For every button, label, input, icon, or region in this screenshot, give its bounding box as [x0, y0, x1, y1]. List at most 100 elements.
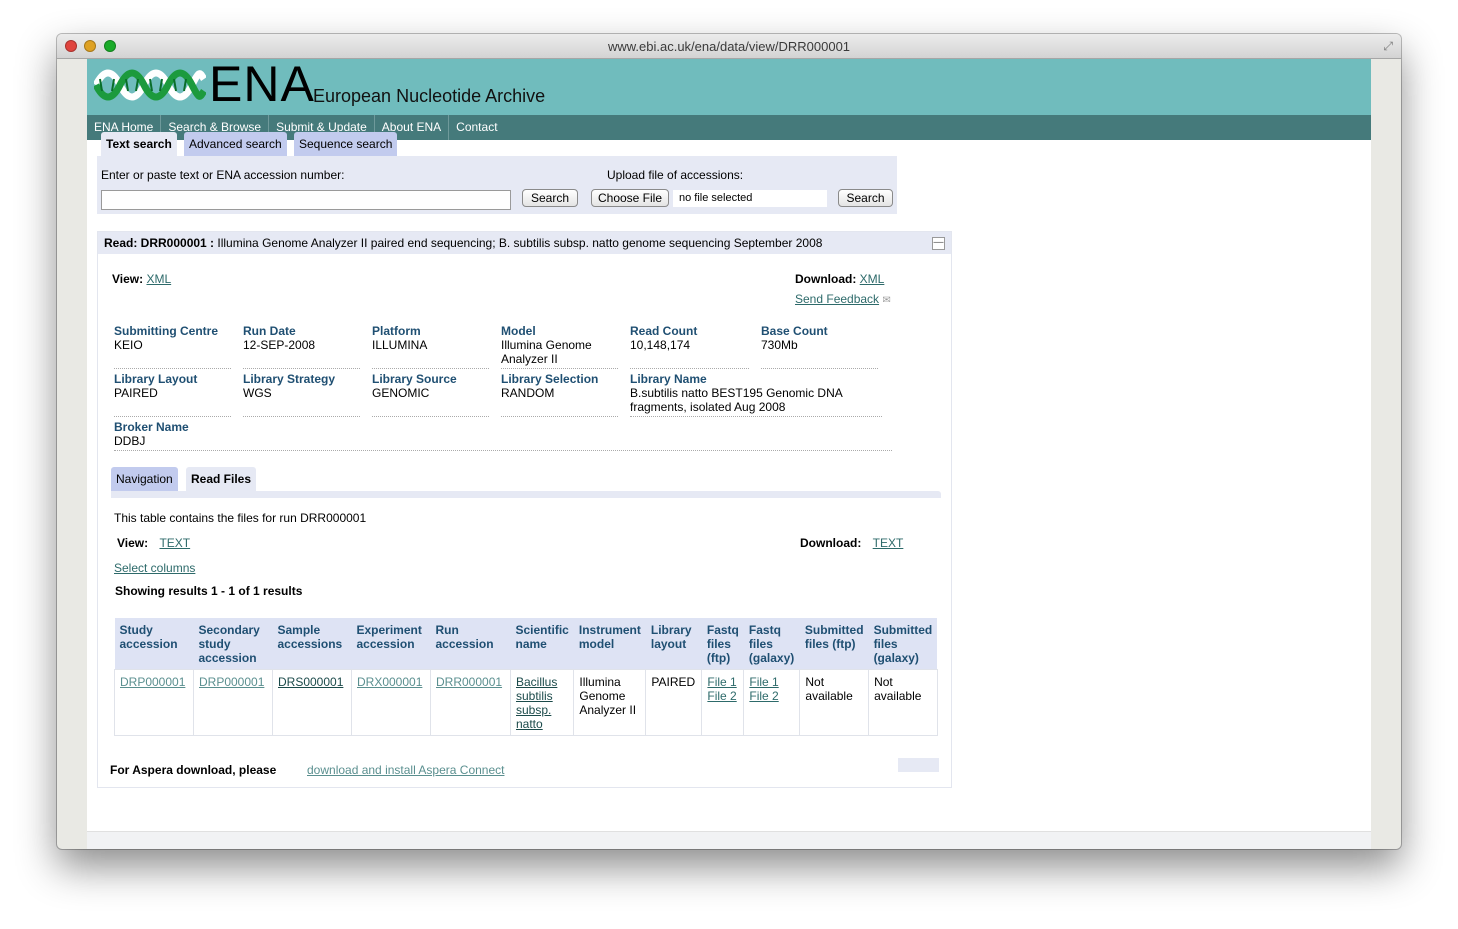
field-label: Model	[501, 324, 536, 338]
page: ENA European Nucleotide Archive ENA Home…	[87, 56, 1371, 849]
nav-contact[interactable]: Contact	[449, 115, 504, 140]
field-library-source: Library Source GENOMIC	[372, 372, 489, 417]
study-accession-link[interactable]: DRP000001	[120, 675, 185, 689]
choose-file-button[interactable]: Choose File	[591, 189, 669, 207]
view-label: View:	[112, 272, 144, 286]
col-instrument-model[interactable]: Instrument model	[573, 618, 646, 670]
field-label: Library Strategy	[243, 372, 336, 386]
scientific-name-link[interactable]: Bacillus subtilis subsp. natto	[516, 675, 557, 731]
sample-accession-link[interactable]: DRS000001	[278, 675, 343, 689]
send-feedback-link[interactable]: Send Feedback	[795, 292, 879, 306]
experiment-accession-link[interactable]: DRX000001	[357, 675, 422, 689]
field-read-count: Read Count 10,148,174	[630, 324, 749, 369]
files-download-label: Download:	[800, 536, 862, 550]
ena-wave-logo-icon	[94, 69, 206, 101]
fastq-ftp-file-2-link[interactable]: File 2	[707, 689, 736, 703]
field-value: KEIO	[114, 338, 143, 352]
window-url: www.ebi.ac.uk/ena/data/view/DRR000001	[607, 39, 851, 54]
read-title-accession: Read: DRR000001 :	[104, 236, 215, 250]
envelope-icon: ✉	[882, 295, 891, 306]
field-label: Broker Name	[114, 420, 189, 434]
field-value: WGS	[243, 386, 272, 400]
col-experiment-accession[interactable]: Experiment accession	[351, 618, 431, 670]
col-study-accession[interactable]: Study accession	[114, 618, 194, 670]
field-model: Model Illumina Genome Analyzer II	[501, 324, 618, 369]
download-label: Download:	[795, 272, 857, 286]
col-submitted-ftp[interactable]: Submitted files (ftp)	[799, 618, 869, 670]
tab-navigation[interactable]: Navigation	[111, 467, 178, 491]
field-value: 730Mb	[761, 338, 798, 352]
masthead: ENA European Nucleotide Archive	[87, 56, 1371, 115]
field-value: Illumina Genome Analyzer II	[501, 338, 592, 366]
field-value: PAIRED	[114, 386, 158, 400]
col-sample-accessions[interactable]: Sample accessions	[272, 618, 352, 670]
col-fastq-galaxy[interactable]: Fastq files (galaxy)	[743, 618, 800, 670]
ena-logo-subtitle: European Nucleotide Archive	[313, 86, 546, 106]
view-xml-row: View: XML	[112, 272, 171, 286]
text-search-input[interactable]	[101, 190, 511, 210]
fastq-ftp-file-1-link[interactable]: File 1	[707, 675, 736, 689]
collapse-icon[interactable]: —	[932, 237, 945, 250]
files-view-text-link[interactable]: TEXT	[159, 536, 190, 550]
field-label: Library Selection	[501, 372, 599, 386]
field-value: 10,148,174	[630, 338, 691, 352]
col-submitted-galaxy[interactable]: Submitted files (galaxy)	[868, 618, 938, 670]
field-submitting-centre: Submitting Centre KEIO	[114, 324, 231, 369]
files-intro: This table contains the files for run DR…	[114, 511, 367, 525]
fullscreen-icon[interactable]: ⤢	[1383, 39, 1393, 54]
browser-window: www.ebi.ac.uk/ena/data/view/DRR000001 ⤢ …	[57, 34, 1401, 849]
run-accession-link[interactable]: DRR000001	[436, 675, 502, 689]
fastq-galaxy-file-2-link[interactable]: File 2	[749, 689, 778, 703]
ena-logo-text: ENA	[209, 56, 315, 112]
field-label: Platform	[372, 324, 421, 338]
feedback-row: Send Feedback ✉	[795, 292, 891, 306]
fastq-galaxy-file-1-link[interactable]: File 1	[749, 675, 778, 689]
field-label: Library Name	[630, 372, 707, 386]
col-library-layout[interactable]: Library layout	[645, 618, 702, 670]
field-value: B.subtilis natto BEST195 Genomic DNA fra…	[630, 386, 843, 414]
col-fastq-ftp[interactable]: Fastq files (ftp)	[701, 618, 744, 670]
aspera-install-link[interactable]: download and install Aspera Connect	[307, 763, 504, 777]
aspera-label: For Aspera download, please	[110, 763, 277, 777]
field-label: Library Layout	[114, 372, 198, 386]
tab-advanced-search[interactable]: Advanced search	[184, 132, 287, 156]
field-run-date: Run Date 12-SEP-2008	[243, 324, 360, 369]
field-library-name: Library Name B.subtilis natto BEST195 Ge…	[630, 372, 882, 417]
field-value: GENOMIC	[372, 386, 430, 400]
field-label: Library Source	[372, 372, 457, 386]
instrument-model-cell: Illumina Genome Analyzer II	[573, 669, 647, 736]
text-search-button[interactable]: Search	[522, 189, 578, 207]
read-files-table: Study accession Secondary study accessio…	[114, 618, 938, 736]
download-xml-link[interactable]: XML	[860, 272, 885, 286]
select-columns-link[interactable]: Select columns	[114, 561, 195, 575]
read-title-description: Illumina Genome Analyzer II paired end s…	[214, 236, 823, 250]
view-xml-link[interactable]: XML	[146, 272, 171, 286]
field-library-strategy: Library Strategy WGS	[243, 372, 360, 417]
tab-sequence-search[interactable]: Sequence search	[294, 132, 398, 156]
field-label: Run Date	[243, 324, 296, 338]
library-layout-cell: PAIRED	[645, 669, 703, 736]
tab-underline	[111, 491, 941, 498]
page-footer	[87, 831, 1371, 849]
aspera-placeholder	[898, 758, 939, 772]
file-status: no file selected	[673, 190, 827, 207]
tab-text-search[interactable]: Text search	[101, 132, 177, 156]
read-header: Read: DRR000001 : Illumina Genome Analyz…	[98, 232, 951, 254]
col-secondary-study-accession[interactable]: Secondary study accession	[193, 618, 273, 670]
table-row: DRP000001 DRP000001 DRS000001 DRX000001 …	[114, 669, 938, 736]
field-label: Base Count	[761, 324, 828, 338]
files-download-text-link[interactable]: TEXT	[873, 536, 904, 550]
col-scientific-name[interactable]: Scientific name	[510, 618, 574, 670]
files-view-label: View:	[117, 536, 149, 550]
field-library-layout: Library Layout PAIRED	[114, 372, 231, 417]
secondary-study-link[interactable]: DRP000001	[199, 675, 264, 689]
read-panel: Read: DRR000001 : Illumina Genome Analyz…	[97, 231, 952, 788]
tab-read-files[interactable]: Read Files	[186, 467, 257, 491]
upload-search-button[interactable]: Search	[838, 189, 893, 207]
submitted-galaxy-cell: Not available	[868, 669, 938, 736]
results-count: Showing results 1 - 1 of 1 results	[115, 584, 303, 598]
download-xml-row: Download: XML	[795, 272, 884, 286]
col-run-accession[interactable]: Run accession	[430, 618, 511, 670]
field-label: Submitting Centre	[114, 324, 218, 338]
table-header-row: Study accession Secondary study accessio…	[114, 618, 938, 670]
